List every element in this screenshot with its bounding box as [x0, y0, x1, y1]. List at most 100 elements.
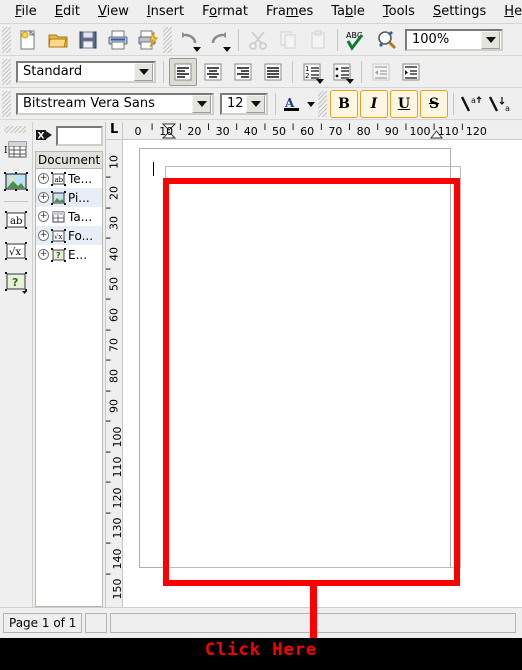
font-color-icon[interactable]: A [281, 90, 303, 118]
font-color-dropdown-caret[interactable] [305, 90, 317, 118]
list-item[interactable]: + ? E... [36, 245, 102, 264]
ruler-tick-label: 50 [107, 277, 121, 291]
navigator-close-icon[interactable]: X [35, 127, 53, 146]
list-item[interactable]: + Pi... [36, 188, 102, 207]
ruler-tick-label: 20 [107, 185, 121, 200]
left-toolbox-grip[interactable] [4, 126, 26, 133]
font-toolbar-grip-2[interactable] [318, 90, 327, 117]
document-page[interactable] [139, 148, 461, 568]
decrease-indent-icon[interactable] [367, 58, 395, 86]
bulleted-list-icon[interactable] [328, 58, 356, 86]
print-icon[interactable] [104, 26, 132, 54]
svg-text:a: a [505, 104, 510, 113]
italic-button[interactable]: I [360, 89, 388, 118]
svg-text:a: a [471, 96, 476, 105]
save-floppy-icon[interactable] [74, 26, 102, 54]
expander-icon[interactable]: + [38, 211, 49, 222]
menu-tools[interactable]: Tools [374, 2, 424, 21]
page-canvas[interactable] [123, 140, 522, 607]
ruler-tick: I [106, 481, 113, 484]
open-folder-icon[interactable] [44, 26, 72, 54]
format-separator [163, 60, 164, 83]
menu-insert[interactable]: Insert [138, 2, 193, 21]
list-item[interactable]: + √x Fo... [36, 226, 102, 245]
expander-icon[interactable]: + [38, 173, 49, 184]
ruler-tick: I [106, 237, 113, 240]
superscript-icon[interactable]: a [459, 90, 485, 118]
spellcheck-icon[interactable]: ABC [343, 26, 371, 54]
ruler-tick: I [106, 572, 113, 575]
redo-icon[interactable] [205, 26, 233, 54]
status-bar: Page 1 of 1 [0, 607, 522, 638]
insert-table-icon[interactable]: I [2, 136, 31, 165]
numbered-list-icon[interactable]: 12 [298, 58, 326, 86]
callout-label: Click Here [204, 640, 318, 660]
undo-dropdown-caret[interactable] [193, 46, 201, 52]
align-right-icon[interactable] [229, 58, 257, 86]
font-size-combobox[interactable]: 12 [220, 92, 268, 115]
align-center-icon[interactable] [199, 58, 227, 86]
cut-scissors-icon[interactable] [244, 26, 272, 54]
list-item-label: Pi... [68, 190, 90, 205]
ruler-tick-label: 10 [107, 155, 121, 169]
expander-icon[interactable]: + [38, 192, 49, 203]
menu-edit[interactable]: Edit [46, 2, 89, 21]
menu-help[interactable]: Help [495, 2, 522, 21]
find-magnifier-icon[interactable] [373, 26, 401, 54]
font-toolbar-grip[interactable] [2, 90, 11, 117]
align-justify-icon[interactable] [259, 58, 287, 86]
bold-button[interactable]: B [330, 89, 358, 118]
underline-button[interactable]: U [390, 89, 418, 118]
insert-text-frame-icon[interactable]: ab [2, 206, 31, 235]
menu-file[interactable]: File [6, 2, 46, 21]
zoom-dropdown-arrow[interactable] [481, 30, 500, 49]
ruler-tick: I [106, 206, 113, 209]
format-toolbar-grip[interactable] [2, 58, 11, 85]
toolbar-grip[interactable] [2, 26, 11, 53]
toolbar-separator [238, 28, 239, 51]
font-family-dropdown-arrow[interactable] [192, 94, 211, 113]
expander-icon[interactable]: + [38, 249, 49, 260]
ruler-corner-tab-selector[interactable] [106, 122, 123, 140]
bulleted-list-dropdown-caret[interactable] [346, 78, 354, 84]
expander-icon[interactable]: + [38, 230, 49, 241]
insert-object-icon[interactable]: ? [2, 268, 31, 297]
horizontal-ruler[interactable]: 0 I 10 I 20 I 30 I 40 I 50 I 60 I 70 I 80 I 90 I 100 I 110 I 120 [123, 122, 522, 140]
zoom-combobox[interactable]: 100% [405, 28, 503, 51]
list-item[interactable]: + ab Te... [36, 169, 102, 188]
insert-formula-icon[interactable]: √x [2, 237, 31, 266]
ruler-tick-label: 100 [409, 125, 431, 138]
increase-indent-icon[interactable] [397, 58, 425, 86]
copy-icon[interactable] [274, 26, 302, 54]
new-document-icon[interactable] [14, 26, 42, 54]
svg-text:ab: ab [55, 176, 64, 184]
toolbar-grip-2[interactable] [163, 26, 172, 53]
vertical-ruler[interactable]: 10 I 20 I 30 I 40 I 50 I 60 I 70 I 80 I 90 I 100 I 110 I 120 I 1… [106, 140, 123, 607]
ruler-tick: I [106, 542, 113, 545]
align-left-icon[interactable] [169, 57, 197, 86]
paragraph-style-dropdown-arrow[interactable] [134, 62, 153, 81]
menu-view[interactable]: View [89, 2, 138, 21]
print-preview-icon[interactable] [134, 26, 162, 54]
subscript-icon[interactable]: a [487, 90, 513, 118]
numbered-list-dropdown-caret[interactable] [316, 78, 324, 84]
menu-frames[interactable]: Frames [257, 2, 322, 21]
navigator-tree: + ab Te... + Pi... + Ta... + √x Fo... + … [35, 169, 103, 607]
insert-image-icon[interactable] [2, 167, 31, 196]
list-item[interactable]: + Ta... [36, 207, 102, 226]
redo-dropdown-caret[interactable] [223, 46, 231, 52]
menu-settings[interactable]: Settings [424, 2, 495, 21]
font-size-dropdown-arrow[interactable] [246, 94, 265, 113]
menu-table[interactable]: Table [322, 2, 374, 21]
strikethrough-button[interactable]: S [420, 89, 448, 118]
text-frame[interactable] [165, 166, 461, 568]
font-family-combobox[interactable]: Bitstream Vera Sans [16, 92, 214, 115]
undo-icon[interactable] [175, 26, 203, 54]
ruler-tick-label: 0 [134, 125, 142, 138]
menu-format[interactable]: Format [193, 2, 257, 21]
navigator-page-input[interactable] [56, 126, 103, 146]
paragraph-style-combobox[interactable]: Standard [16, 60, 156, 83]
ruler-tick-label: 120 [111, 487, 123, 508]
paste-icon[interactable] [304, 26, 332, 54]
ruler-tick-label: 50 [272, 125, 286, 138]
